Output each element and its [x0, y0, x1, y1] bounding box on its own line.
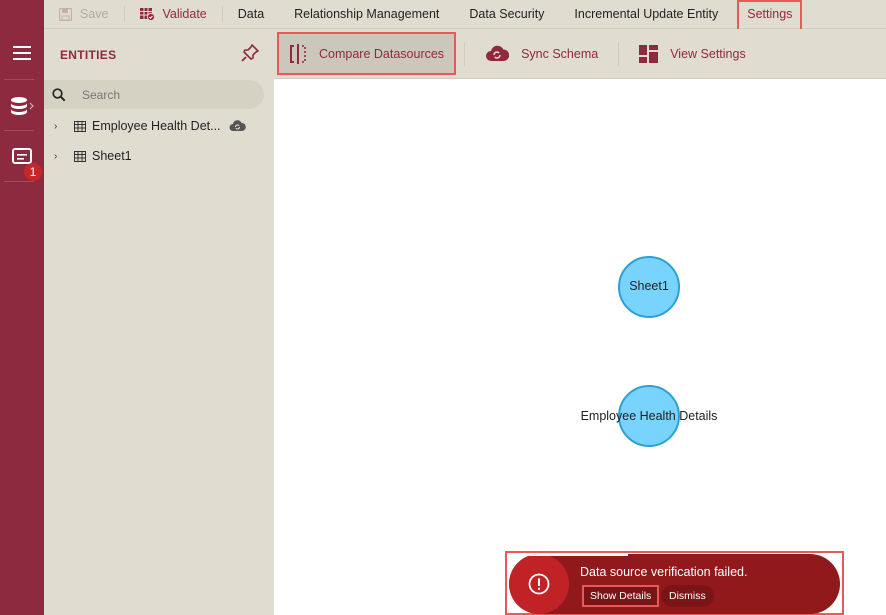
- pin-icon: [241, 44, 259, 62]
- layout-icon: [639, 44, 659, 63]
- sidebar-title: ENTITIES: [60, 48, 117, 62]
- chevron-right-icon[interactable]: ›: [54, 121, 66, 132]
- ribbon-divider: [618, 41, 620, 66]
- view-settings-button[interactable]: View Settings: [627, 32, 758, 76]
- hamburger-menu-icon: [13, 46, 31, 60]
- hamburger-menu-button[interactable]: [0, 38, 44, 68]
- save-button[interactable]: Save: [44, 0, 124, 29]
- dismiss-button[interactable]: Dismiss: [661, 585, 714, 607]
- pin-button[interactable]: [240, 43, 260, 66]
- cloud-sync-icon: [486, 45, 510, 61]
- database-icon: [11, 97, 34, 115]
- left-rail: 1: [0, 0, 44, 615]
- entity-node-label: Sheet1: [629, 279, 669, 293]
- entity-employee-health-details[interactable]: › Employee Health Det...: [54, 115, 246, 137]
- datasource-button[interactable]: [0, 92, 44, 120]
- save-label: Save: [80, 7, 109, 21]
- compare-datasources-label: Compare Datasources: [319, 46, 445, 61]
- cloud-sync-icon: [229, 120, 246, 131]
- toast-timer-bar: [509, 554, 629, 556]
- entity-label: Employee Health Det...: [92, 119, 221, 133]
- table-icon: [74, 120, 86, 132]
- error-toast: Data source verification failed. Show De…: [509, 554, 840, 614]
- entity-search: [44, 80, 264, 109]
- search-input[interactable]: [82, 87, 232, 102]
- settings-label: Settings: [747, 7, 793, 21]
- top-menu-bar: Save Validate Data Relationship Manageme…: [44, 0, 886, 39]
- error-circle-icon: [528, 573, 550, 595]
- search-icon: [52, 87, 66, 101]
- sync-schema-button[interactable]: Sync Schema: [473, 32, 610, 76]
- rail-divider: [4, 130, 34, 131]
- rail-divider: [4, 181, 34, 182]
- menu-incremental-update-entity[interactable]: Incremental Update Entity: [559, 0, 733, 29]
- entity-sheet1[interactable]: › Sheet1: [54, 145, 132, 167]
- entities-sidebar: ENTITIES › Employee Health Det... › Shee…: [44, 29, 274, 615]
- toast-icon-area: [509, 554, 569, 614]
- settings-ribbon: Compare Datasources Sync Schema View Set…: [274, 29, 886, 79]
- compare-icon: [290, 43, 306, 64]
- ribbon-divider: [464, 41, 466, 66]
- menu-data-security[interactable]: Data Security: [454, 0, 559, 29]
- messages-badge: 1: [24, 163, 42, 181]
- view-settings-label: View Settings: [670, 46, 746, 61]
- sync-schema-label: Sync Schema: [521, 46, 599, 61]
- menu-relationship-management[interactable]: Relationship Management: [279, 0, 454, 29]
- table-icon: [74, 150, 86, 162]
- validate-label: Validate: [162, 7, 207, 21]
- rail-divider: [4, 79, 34, 80]
- error-toast-highlight: Data source verification failed. Show De…: [505, 551, 844, 615]
- entity-label: Sheet1: [92, 149, 132, 163]
- entity-node-label: Employee Health Details: [580, 409, 718, 423]
- validate-button[interactable]: Validate: [125, 0, 222, 29]
- validate-table-icon: [139, 7, 155, 21]
- toast-message: Data source verification failed.: [580, 565, 748, 579]
- diagram-canvas[interactable]: Sheet1 Employee Health Details: [274, 79, 886, 615]
- menu-data[interactable]: Data: [223, 0, 279, 29]
- compare-datasources-button[interactable]: Compare Datasources: [277, 32, 457, 75]
- show-details-button[interactable]: Show Details: [582, 585, 660, 607]
- save-icon: [59, 7, 72, 21]
- chevron-right-icon[interactable]: ›: [54, 151, 66, 162]
